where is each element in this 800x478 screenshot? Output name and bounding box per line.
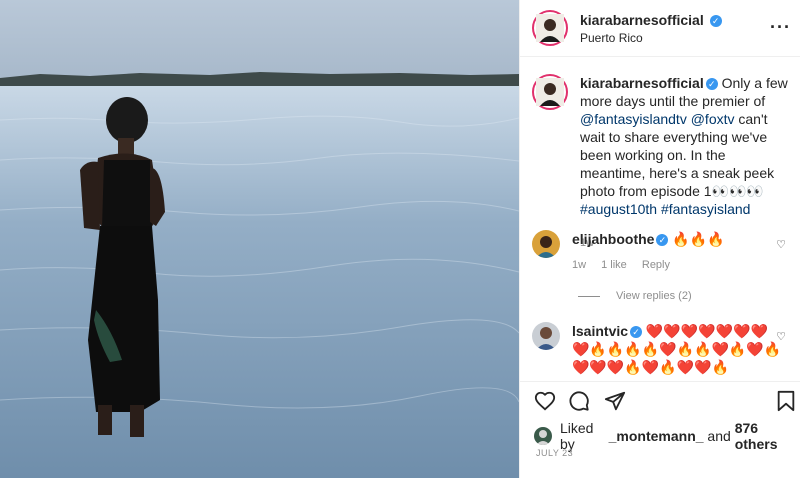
post-actions-bar	[520, 381, 800, 421]
post-location[interactable]: Puerto Rico	[580, 31, 722, 45]
mention-fantasyislandtv[interactable]: @fantasyislandtv	[580, 111, 687, 127]
caption-author-username[interactable]: kiarabarnesofficial	[580, 75, 704, 91]
hashtag-fantasyisland[interactable]: #fantasyisland	[661, 201, 751, 217]
avatar-image	[536, 78, 564, 109]
author-avatar[interactable]	[532, 10, 568, 46]
post-photo-image	[0, 0, 519, 478]
replies-divider	[578, 295, 600, 297]
hashtag-august10th[interactable]: #august10th	[580, 201, 657, 217]
more-options-icon[interactable]: ···	[770, 17, 791, 38]
verified-badge-icon: ✓	[705, 78, 718, 91]
liked-by-and: and	[703, 428, 735, 444]
comment-text: 🔥🔥🔥	[672, 231, 725, 247]
like-comment-icon[interactable]: ♡	[776, 238, 786, 251]
verified-badge-icon: ✓	[656, 234, 669, 247]
avatar-image	[536, 14, 564, 45]
caption-text: kiarabarnesofficial ✓ Only a few more day…	[580, 74, 794, 252]
comment-likes[interactable]: 1 like	[601, 259, 627, 271]
caption-author-avatar[interactable]	[532, 74, 568, 110]
comment-item: lsaintvic ✓ ❤️❤️❤️❤️❤️❤️❤️❤️🔥🔥🔥🔥❤️🔥🔥❤️🔥❤️…	[532, 322, 794, 376]
liked-by-count[interactable]: 876 others	[735, 420, 800, 452]
reply-button[interactable]: Reply	[642, 259, 670, 271]
post-header: kiarabarnesofficial ✓ Puerto Rico ···	[520, 0, 800, 57]
verified-badge-icon: ✓	[630, 326, 643, 339]
commenter-username[interactable]: lsaintvic	[572, 323, 628, 339]
like-heart-icon[interactable]	[534, 390, 556, 415]
caption: kiarabarnesofficial ✓ Only a few more day…	[532, 74, 794, 252]
comment-age[interactable]: 1w	[572, 259, 586, 271]
verified-badge-icon: ✓	[709, 14, 722, 27]
share-send-icon[interactable]	[604, 390, 626, 415]
liked-by-user[interactable]: _montemann_	[609, 428, 704, 444]
post-photo[interactable]	[0, 0, 519, 478]
post-side-panel: kiarabarnesofficial ✓ Puerto Rico ··· ki…	[519, 0, 800, 478]
save-bookmark-icon[interactable]	[776, 390, 796, 415]
commenter-avatar[interactable]	[532, 230, 560, 258]
post-date[interactable]: JULY 23	[536, 448, 573, 458]
mention-foxtv[interactable]: @foxtv	[691, 111, 735, 127]
likes-summary[interactable]: Liked by _montemann_ and 876 others	[534, 420, 800, 452]
author-username[interactable]: kiarabarnesofficial	[580, 12, 704, 28]
comments-section[interactable]: kiarabarnesofficial ✓ Only a few more day…	[520, 58, 800, 380]
view-replies-button[interactable]: View replies (2)	[578, 290, 692, 302]
eyes-emoji: 👀👀👀	[711, 183, 764, 199]
liker-avatar	[534, 427, 552, 445]
comment-bubble-icon[interactable]	[568, 390, 590, 415]
like-comment-icon[interactable]: ♡	[776, 330, 786, 343]
commenter-avatar[interactable]	[532, 322, 560, 350]
view-replies-label: View replies (2)	[616, 290, 692, 302]
comment-item: elijahboothe ✓ 🔥🔥🔥 1w 1 like Reply ♡	[532, 230, 794, 274]
commenter-username[interactable]: elijahboothe	[572, 231, 654, 247]
